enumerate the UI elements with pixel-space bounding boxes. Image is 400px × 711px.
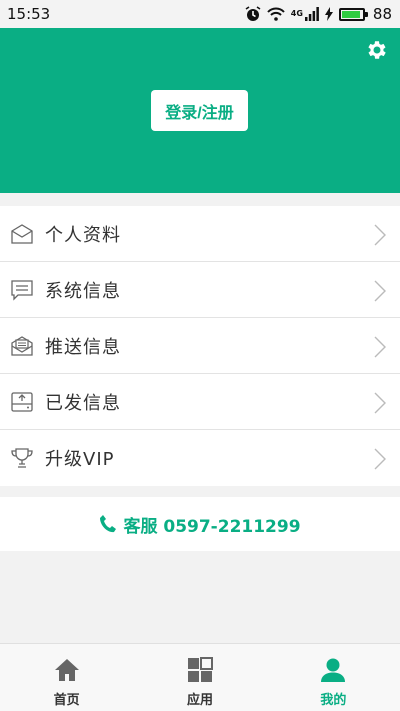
menu-item-label: 推送信息 — [45, 336, 121, 358]
apps-grid-icon — [187, 657, 213, 682]
login-register-button[interactable]: 登录/注册 — [151, 90, 248, 131]
tab-apps[interactable]: 应用 — [133, 644, 266, 711]
menu-item-sent-info[interactable]: 已发信息 — [0, 374, 400, 430]
menu-item-label: 个人资料 — [45, 224, 121, 246]
profile-card-icon — [11, 223, 33, 244]
wifi-icon — [267, 7, 285, 21]
menu-item-upgrade-vip[interactable]: 升级VIP — [0, 430, 400, 486]
trophy-icon — [11, 448, 33, 468]
charging-icon — [324, 7, 333, 21]
home-icon — [54, 659, 79, 681]
battery-percent: 88 — [372, 5, 392, 23]
signal-icon — [304, 7, 319, 21]
user-icon — [321, 658, 346, 682]
tab-label: 应用 — [186, 693, 213, 708]
menu-item-label: 系统信息 — [45, 280, 121, 302]
customer-service-button[interactable]: 客服 0597-2211299 — [0, 497, 400, 551]
menu-item-push-info[interactable]: 推送信息 — [0, 318, 400, 374]
alarm-icon — [245, 6, 261, 21]
battery-icon — [338, 7, 368, 21]
menu-item-label: 已发信息 — [45, 392, 121, 414]
chevron-right-icon — [374, 448, 386, 470]
menu-item-label: 升级VIP — [45, 449, 115, 470]
status-time: 15:53 — [7, 5, 51, 23]
chevron-right-icon — [374, 336, 386, 358]
tab-label: 首页 — [53, 693, 80, 708]
gear-icon[interactable] — [365, 38, 389, 62]
menu-list: 个人资料 系统信息 推送信息 已发信息 升级VIP — [0, 206, 400, 486]
network-type: 4G — [290, 9, 303, 18]
chevron-right-icon — [374, 224, 386, 246]
tab-label: 我的 — [320, 693, 347, 708]
tab-home[interactable]: 首页 — [0, 644, 133, 711]
chevron-right-icon — [374, 392, 386, 414]
outbox-icon — [11, 391, 33, 412]
message-icon — [11, 279, 33, 301]
status-bar: 15:53 4G 88 — [0, 0, 400, 28]
battery: 88 — [338, 5, 392, 23]
tab-mine[interactable]: 我的 — [267, 644, 400, 711]
customer-service-label: 客服 0597-2211299 — [123, 516, 301, 537]
bottom-tab-bar: 首页 应用 我的 — [0, 643, 400, 711]
menu-item-profile[interactable]: 个人资料 — [0, 206, 400, 262]
phone-icon — [100, 515, 117, 533]
menu-item-system-info[interactable]: 系统信息 — [0, 262, 400, 318]
mail-icon — [11, 335, 33, 356]
profile-header: 登录/注册 — [0, 28, 400, 193]
chevron-right-icon — [374, 280, 386, 302]
